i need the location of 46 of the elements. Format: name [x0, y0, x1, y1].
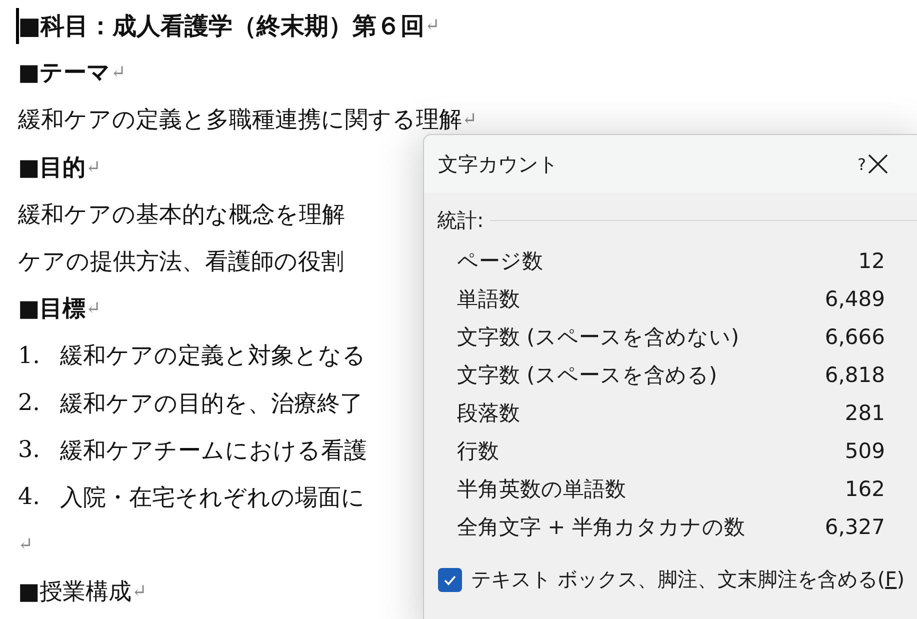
paragraph-mark: ↵: [86, 156, 101, 178]
dialog-title: 文字カウント: [438, 150, 559, 178]
stat-value: 12: [858, 249, 885, 273]
text-cursor: [16, 8, 19, 44]
heading-text: ■授業構成: [18, 578, 132, 608]
heading-text: ■テーマ: [18, 58, 111, 88]
checkbox[interactable]: [438, 568, 462, 592]
stat-label: 段落数: [457, 400, 520, 427]
paragraph-text: 緩和ケアの基本的な概念を理解: [18, 200, 345, 230]
stat-label: 文字数 (スペースを含める): [457, 362, 718, 389]
paragraph-mark: ↵: [110, 62, 126, 84]
stat-value: 6,666: [824, 325, 885, 349]
paragraph-mark: ↵: [86, 298, 101, 320]
section-label: 統計:: [437, 207, 484, 234]
list-number: 3.: [18, 437, 41, 464]
stat-value: 6,327: [824, 515, 885, 539]
stat-label: 半角英数の単語数: [457, 476, 626, 503]
list-item-text: 緩和ケアチームにおける看護: [60, 436, 367, 466]
heading-text: ■目標: [18, 294, 86, 324]
stat-value: 6,489: [824, 287, 885, 311]
heading-text: ■目的: [18, 152, 86, 183]
paragraph-mark: ↵: [462, 109, 478, 130]
stat-value: 509: [844, 439, 885, 463]
stat-label: 文字数 (スペースを含めない): [457, 324, 740, 351]
list-number: 4.: [18, 484, 41, 510]
help-button[interactable]: ?: [858, 154, 866, 174]
close-icon[interactable]: [866, 152, 890, 176]
stat-value: 6,818: [824, 363, 885, 387]
list-item-text: 緩和ケアの定義と対象となる: [60, 342, 366, 372]
stat-label: 単語数: [457, 286, 520, 313]
paragraph-mark: ↵: [18, 534, 34, 556]
heading-text: ■科目：成人看護学（終末期）第６回: [18, 10, 425, 42]
stat-value: 162: [844, 477, 885, 501]
list-number: 1.: [18, 342, 41, 369]
paragraph-mark: ↵: [132, 581, 147, 602]
list-number: 2.: [18, 390, 41, 416]
paragraph-mark: ↵: [424, 15, 440, 36]
stat-value: 281: [844, 401, 885, 425]
list-item-text: 入院・在宅それぞれの場面に: [60, 484, 365, 513]
stat-label: 全角文字 + 半角カタカナの数: [457, 514, 745, 541]
stat-label: ページ数: [457, 248, 543, 275]
list-item-text: 緩和ケアの目的を、治療終了: [60, 390, 363, 419]
stat-label: 行数: [457, 438, 499, 465]
checkbox-label[interactable]: テキスト ボックス、脚注、文末脚注を含める(F): [471, 566, 904, 593]
paragraph-text: 緩和ケアの定義と多職種連携に関する理解: [18, 106, 462, 136]
paragraph-text: ケアの提供方法、看護師の役割: [18, 248, 344, 278]
